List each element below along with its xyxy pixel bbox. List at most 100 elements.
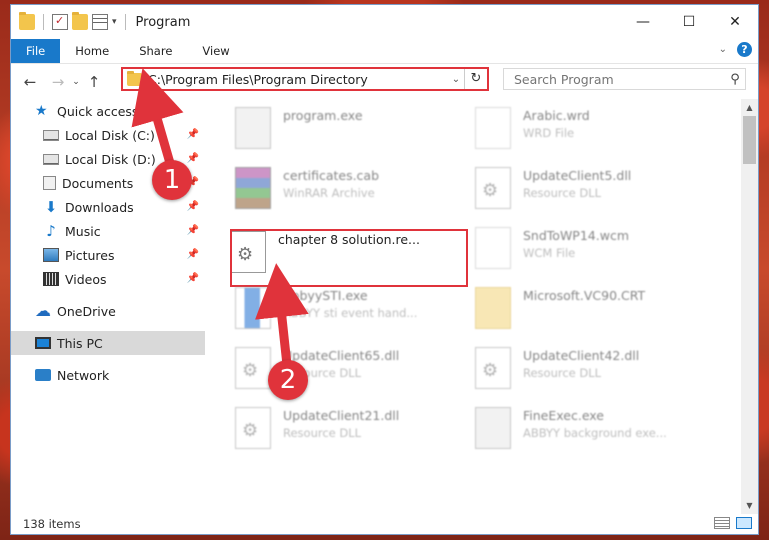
- file-item[interactable]: UpdateClient21.dll Resource DLL: [225, 399, 460, 459]
- file-item[interactable]: FineExec.exe ABBYY background exe...: [465, 399, 700, 459]
- title-bar: ▾ Program — ☐ ✕: [11, 5, 758, 39]
- back-button[interactable]: ←: [19, 73, 41, 91]
- forward-button[interactable]: →: [47, 73, 69, 91]
- address-history-chevron-icon[interactable]: ⌄: [448, 74, 464, 85]
- star-icon: ★: [35, 103, 48, 119]
- toolbar-divider: [43, 14, 44, 30]
- disk-icon: [43, 153, 59, 165]
- navigation-bar: ← → ⌄ ↑ C:\Program Files\Program Directo…: [11, 64, 758, 100]
- folder-icon: [475, 287, 511, 329]
- minimize-button[interactable]: —: [620, 5, 666, 39]
- sidebar-item-music[interactable]: ♪ Music 📌: [11, 219, 205, 243]
- sidebar-item-label: Local Disk (D:): [65, 151, 156, 167]
- help-icon[interactable]: ?: [737, 42, 752, 57]
- quick-access-toolbar: ▾: [11, 12, 130, 30]
- documents-icon: [43, 176, 56, 190]
- file-item[interactable]: AbbyySTI.exe ABBYY sti event hand...: [225, 279, 460, 339]
- file-item[interactable]: Arabic.wrd WRD File: [465, 99, 700, 159]
- search-input[interactable]: [512, 70, 725, 88]
- file-item[interactable]: Microsoft.VC90.CRT: [465, 279, 700, 339]
- address-path[interactable]: C:\Program Files\Program Directory: [148, 72, 448, 87]
- search-box[interactable]: ⚲: [503, 68, 746, 90]
- sidebar-item-label: Pictures: [65, 247, 115, 263]
- sidebar-item-videos[interactable]: Videos 📌: [11, 267, 205, 291]
- sidebar-item-onedrive[interactable]: ☁ OneDrive: [11, 299, 205, 323]
- main-area: ★ Quick access Local Disk (C:) 📌 Local D…: [11, 99, 758, 514]
- pin-icon: 📌: [186, 249, 199, 260]
- network-icon: [35, 369, 51, 381]
- sidebar-item-label: Local Disk (C:): [65, 127, 155, 143]
- exe-file-icon: [235, 287, 271, 329]
- ribbon: File Home Share View ⌄ ?: [11, 39, 758, 64]
- file-type: WCM File: [523, 246, 576, 260]
- dll-file-icon: [475, 167, 511, 209]
- file-type: WRD File: [523, 126, 575, 140]
- toolbar-divider: [124, 14, 126, 30]
- file-item[interactable]: UpdateClient65.dll Resource DLL: [225, 339, 460, 399]
- dll-file-icon: [235, 407, 271, 449]
- file-item[interactable]: UpdateClient5.dll Resource DLL: [465, 159, 700, 219]
- file-name: Arabic.wrd: [523, 108, 590, 123]
- recent-locations-chevron-icon[interactable]: ⌄: [69, 77, 83, 87]
- sidebar-item-label: Network: [57, 367, 110, 383]
- scrollbar-thumb[interactable]: [743, 116, 756, 164]
- folder-icon: [19, 12, 35, 30]
- properties-icon[interactable]: [92, 14, 108, 30]
- file-name: certificates.cab: [283, 168, 380, 183]
- search-icon[interactable]: ⚲: [725, 72, 745, 87]
- tab-view[interactable]: View: [187, 39, 244, 63]
- large-icons-view-icon[interactable]: [736, 517, 752, 529]
- file-item[interactable]: UpdateClient42.dll Resource DLL: [465, 339, 700, 399]
- file-name: UpdateClient21.dll: [283, 408, 400, 423]
- sidebar-item-label: This PC: [57, 335, 103, 351]
- sidebar-item-this-pc[interactable]: This PC: [11, 331, 205, 355]
- scroll-down-arrow-icon[interactable]: ▼: [741, 501, 758, 510]
- file-type: Resource DLL: [523, 186, 602, 200]
- close-button[interactable]: ✕: [712, 5, 758, 39]
- pin-icon: 📌: [186, 153, 199, 164]
- dll-file-icon: [475, 347, 511, 389]
- refresh-button[interactable]: ↻: [464, 69, 487, 89]
- file-name: SndToWP14.wcm: [523, 228, 629, 243]
- sidebar-item-quick-access[interactable]: ★ Quick access: [11, 99, 205, 123]
- file-list: program.exe Arabic.wrd WRD File certific…: [205, 99, 758, 514]
- exe-file-icon: [475, 407, 511, 449]
- this-pc-icon: [35, 337, 51, 349]
- sidebar-item-local-disk-c[interactable]: Local Disk (C:) 📌: [11, 123, 205, 147]
- expand-ribbon-chevron-icon[interactable]: ⌄: [719, 44, 727, 55]
- scroll-up-arrow-icon[interactable]: ▲: [741, 103, 758, 112]
- new-folder-icon[interactable]: [72, 12, 88, 30]
- address-bar[interactable]: C:\Program Files\Program Directory ⌄ ↻: [121, 67, 489, 91]
- file-item[interactable]: SndToWP14.wcm WCM File: [465, 219, 700, 279]
- sidebar-item-label: Quick access: [57, 103, 139, 119]
- details-view-icon[interactable]: [714, 517, 730, 529]
- tab-home[interactable]: Home: [60, 39, 124, 63]
- file-name: UpdateClient65.dll: [283, 348, 400, 363]
- document-file-icon: [475, 107, 511, 149]
- file-name: program.exe: [283, 108, 363, 123]
- tab-share[interactable]: Share: [124, 39, 187, 63]
- sidebar-item-pictures[interactable]: Pictures 📌: [11, 243, 205, 267]
- customize-toolbar-chevron-icon[interactable]: ▾: [112, 17, 117, 27]
- file-item[interactable]: program.exe: [225, 99, 460, 159]
- vertical-scrollbar[interactable]: ▲ ▼: [741, 99, 758, 514]
- tab-file[interactable]: File: [11, 39, 61, 63]
- sidebar-item-network[interactable]: Network: [11, 363, 205, 387]
- file-type: WinRAR Archive: [283, 186, 375, 200]
- sidebar-item-label: Music: [65, 223, 101, 239]
- pin-icon: 📌: [186, 129, 199, 140]
- file-type: Resource DLL: [523, 366, 602, 380]
- callout-one: 1: [152, 160, 192, 200]
- downloads-icon: ⬇: [44, 198, 58, 216]
- file-type: ABBYY sti event hand...: [283, 306, 418, 320]
- videos-icon: [43, 272, 59, 286]
- properties-checklist-icon[interactable]: [52, 14, 68, 30]
- file-item[interactable]: certificates.cab WinRAR Archive: [225, 159, 460, 219]
- file-type: ABBYY background exe...: [523, 426, 667, 440]
- up-button[interactable]: ↑: [83, 73, 105, 91]
- disk-icon: [43, 129, 59, 141]
- document-file-icon: [475, 227, 511, 269]
- pin-icon: 📌: [186, 273, 199, 284]
- maximize-button[interactable]: ☐: [666, 5, 712, 39]
- file-name: Microsoft.VC90.CRT: [523, 288, 646, 303]
